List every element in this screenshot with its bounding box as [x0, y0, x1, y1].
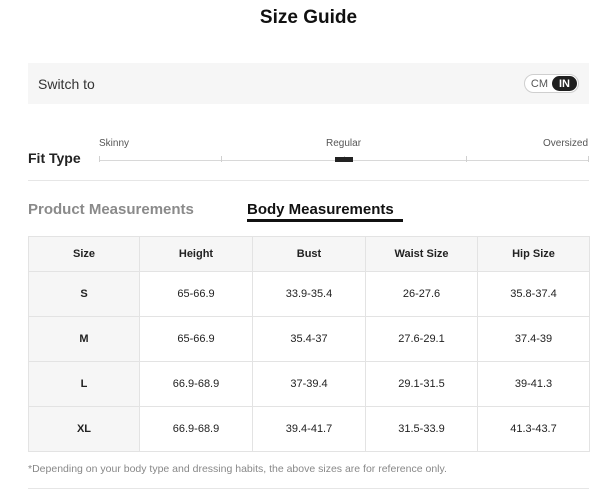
- table-row: L 66.9-68.9 37-39.4 29.1-31.5 39-41.3: [28, 361, 590, 407]
- size-cell: M: [28, 316, 140, 362]
- column-header: Bust: [252, 236, 366, 272]
- table-row: S 65-66.9 33.9-35.4 26-27.6 35.8-37.4: [28, 271, 590, 317]
- table-header-row: Size Height Bust Waist Size Hip Size: [28, 236, 590, 272]
- height-cell: 65-66.9: [139, 271, 253, 317]
- bust-cell: 39.4-41.7: [252, 406, 366, 452]
- fit-tick: [221, 156, 222, 162]
- section-divider: [28, 180, 589, 181]
- height-cell: 66.9-68.9: [139, 361, 253, 407]
- fit-tick: [588, 156, 589, 162]
- reference-note: *Depending on your body type and dressin…: [28, 463, 447, 475]
- unit-cm-option[interactable]: CM: [531, 78, 552, 90]
- column-header: Height: [139, 236, 253, 272]
- tab-body-measurements[interactable]: Body Measurements: [247, 201, 394, 218]
- bust-cell: 33.9-35.4: [252, 271, 366, 317]
- fit-tick: [99, 156, 100, 162]
- fit-selected-marker: [335, 157, 353, 162]
- hip-cell: 37.4-39: [477, 316, 590, 362]
- waist-cell: 26-27.6: [365, 271, 478, 317]
- unit-toggle[interactable]: CM IN: [523, 74, 579, 93]
- size-cell: XL: [28, 406, 140, 452]
- size-cell: L: [28, 361, 140, 407]
- unit-in-option[interactable]: IN: [552, 76, 577, 91]
- column-header: Size: [28, 236, 140, 272]
- bust-cell: 35.4-37: [252, 316, 366, 362]
- height-cell: 66.9-68.9: [139, 406, 253, 452]
- bust-cell: 37-39.4: [252, 361, 366, 407]
- waist-cell: 27.6-29.1: [365, 316, 478, 362]
- size-table: Size Height Bust Waist Size Hip Size S 6…: [28, 236, 590, 452]
- unit-switch-row: Switch to CM IN: [28, 63, 589, 104]
- waist-cell: 29.1-31.5: [365, 361, 478, 407]
- page-title: Size Guide: [259, 7, 358, 28]
- fit-option-skinny: Skinny: [99, 138, 130, 149]
- height-cell: 65-66.9: [139, 316, 253, 362]
- fit-tick: [466, 156, 467, 162]
- switch-label: Switch to: [38, 75, 95, 92]
- fit-option-regular: Regular: [326, 138, 362, 149]
- tab-product-measurements[interactable]: Product Measurements: [28, 201, 194, 218]
- column-header: Hip Size: [477, 236, 590, 272]
- hip-cell: 41.3-43.7: [477, 406, 590, 452]
- size-cell: S: [28, 271, 140, 317]
- table-row: XL 66.9-68.9 39.4-41.7 31.5-33.9 41.3-43…: [28, 406, 590, 452]
- column-header: Waist Size: [365, 236, 478, 272]
- hip-cell: 39-41.3: [477, 361, 590, 407]
- fit-type-label: Fit Type: [28, 150, 81, 166]
- fit-option-oversized: Oversized: [543, 138, 589, 149]
- active-tab-underline: [247, 219, 403, 222]
- hip-cell: 35.8-37.4: [477, 271, 590, 317]
- waist-cell: 31.5-33.9: [365, 406, 478, 452]
- table-row: M 65-66.9 35.4-37 27.6-29.1 37.4-39: [28, 316, 590, 362]
